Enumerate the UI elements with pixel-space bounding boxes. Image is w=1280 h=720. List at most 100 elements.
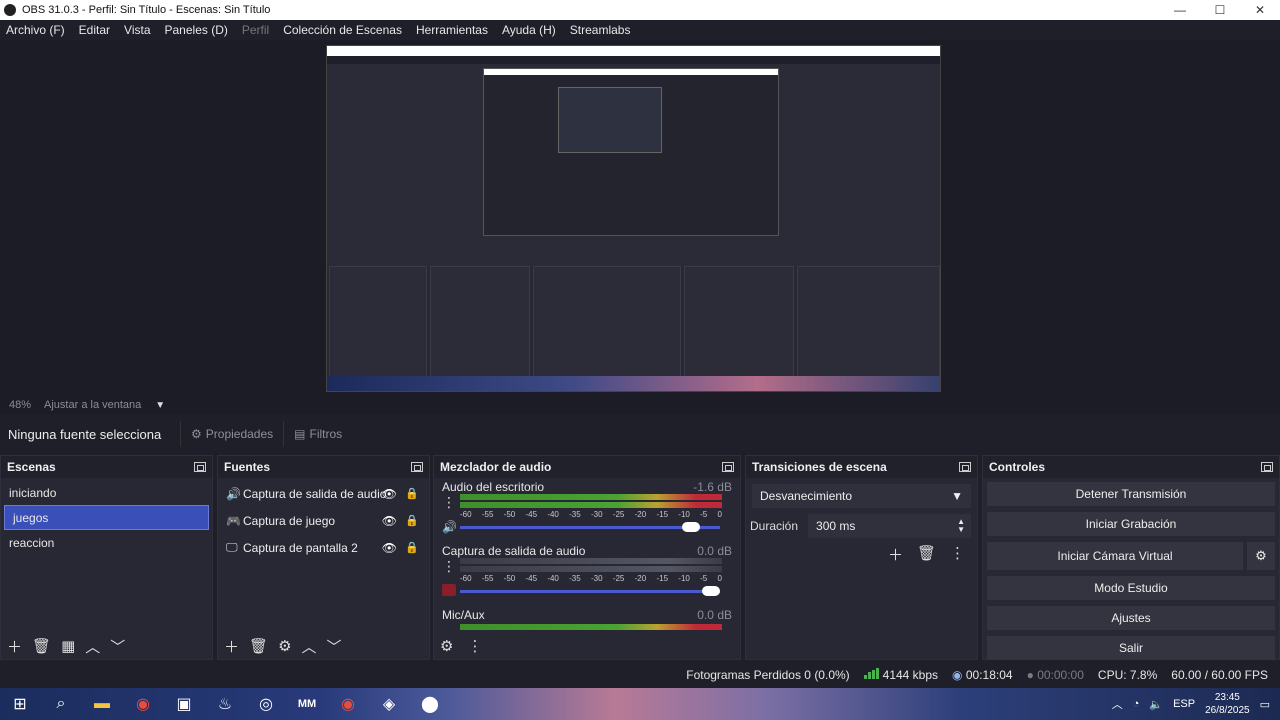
slider-knob[interactable] [702, 586, 720, 596]
scenes-dock: Escenas iniciando juegos reaccion ＋ 🗑 ▦ … [0, 455, 213, 660]
menu-perfil[interactable]: Perfil [236, 23, 277, 37]
app-icon[interactable]: ◎ [252, 690, 280, 718]
source-item-game-capture[interactable]: 🎮 Captura de juego 👁 🔒 [218, 507, 429, 534]
close-button[interactable]: ✕ [1240, 3, 1280, 17]
eye-icon[interactable]: 👁 [382, 541, 397, 555]
channel-db: 0.0 dB [697, 608, 732, 622]
volume-slider[interactable] [460, 522, 720, 532]
obs-taskbar-icon[interactable]: ⬤ [416, 690, 444, 718]
chevron-down-icon[interactable]: ▼ [155, 400, 165, 411]
scenes-header: Escenas [1, 456, 212, 478]
lock-icon[interactable]: 🔒 [405, 514, 419, 527]
language-indicator[interactable]: ESP [1173, 698, 1195, 710]
steam-icon[interactable]: ♨ [211, 690, 239, 718]
start-virtual-camera-button[interactable]: Iniciar Cámara Virtual [987, 542, 1243, 570]
chevron-down-icon: ▼ [951, 489, 963, 503]
kebab-menu-icon[interactable]: ⋮ [442, 558, 456, 575]
properties-button[interactable]: ⚙ Propiedades [180, 421, 283, 447]
program-preview[interactable] [326, 45, 941, 392]
eye-icon[interactable]: 👁 [382, 514, 397, 528]
transition-select[interactable]: Desvanecimiento ▼ [752, 484, 971, 508]
scene-item-reaccion[interactable]: reaccion [1, 530, 212, 555]
gear-icon[interactable]: ⚙ [440, 637, 453, 655]
slider-knob[interactable] [682, 522, 700, 532]
scene-item-juegos[interactable]: juegos [4, 505, 209, 530]
chevron-up-icon[interactable]: ︿ [1112, 696, 1123, 712]
zoom-fit-select[interactable]: Ajustar a la ventana [44, 399, 141, 411]
lock-icon[interactable]: 🔒 [405, 487, 419, 500]
trash-icon[interactable]: 🗑 [32, 637, 51, 655]
folder-icon[interactable]: ▬ [88, 690, 116, 718]
undock-icon[interactable] [959, 462, 971, 472]
menu-editar[interactable]: Editar [73, 23, 118, 37]
menu-coleccion-escenas[interactable]: Colección de Escenas [277, 23, 410, 37]
mixer-dock: Mezclador de audio Audio del escritorio -… [433, 455, 741, 660]
menu-herramientas[interactable]: Herramientas [410, 23, 496, 37]
move-down-icon[interactable]: ﹀ [327, 636, 342, 657]
wifi-icon[interactable]: ◔ [1133, 698, 1140, 710]
kebab-menu-icon[interactable]: ⋮ [442, 494, 456, 511]
kebab-menu-icon[interactable]: ⋮ [950, 544, 965, 565]
lock-icon[interactable]: 🔒 [405, 541, 419, 554]
volume-slider[interactable] [460, 586, 720, 596]
maximize-button[interactable]: ☐ [1200, 3, 1240, 17]
scene-item-iniciando[interactable]: iniciando [1, 480, 212, 505]
minimize-button[interactable]: — [1160, 3, 1200, 17]
source-item-screen-capture[interactable]: 🖵 Captura de pantalla 2 👁 🔒 [218, 534, 429, 561]
menu-ayuda[interactable]: Ayuda (H) [496, 23, 564, 37]
mm-app-icon[interactable]: MM [293, 690, 321, 718]
search-icon[interactable]: ⌕ [47, 690, 75, 718]
trash-icon[interactable]: 🗑 [249, 637, 268, 655]
settings-button[interactable]: Ajustes [987, 606, 1275, 630]
move-up-icon[interactable]: ︿ [302, 636, 317, 657]
gear-icon[interactable]: ⚙ [1247, 542, 1275, 570]
streamlabs-icon[interactable]: ◈ [375, 690, 403, 718]
chrome-icon[interactable]: ◉ [129, 690, 157, 718]
source-item-audio-output[interactable]: 🔊 Captura de salida de audio 👁 🔒 [218, 480, 429, 507]
clock[interactable]: 23:45 26/8/2025 [1205, 691, 1250, 717]
windows-start-icon[interactable]: ⊞ [6, 690, 34, 718]
notification-icon[interactable]: ▭ [1260, 698, 1270, 711]
scenes-title: Escenas [7, 460, 56, 474]
speaker-icon: 🔊 [226, 486, 241, 501]
add-transition-button[interactable]: ＋ [888, 544, 903, 565]
speaker-icon[interactable]: 🔊 [442, 520, 457, 534]
zoom-percent: 48% [9, 399, 32, 411]
preview-nested-menubar [327, 56, 940, 64]
transitions-title: Transiciones de escena [752, 460, 887, 474]
scene-filters-icon[interactable]: ▦ [61, 637, 75, 655]
studio-mode-button[interactable]: Modo Estudio [987, 576, 1275, 600]
duration-input[interactable]: 300 ms ▲ ▼ [808, 514, 971, 538]
menu-vista[interactable]: Vista [118, 23, 158, 37]
menu-paneles[interactable]: Paneles (D) [159, 23, 236, 37]
start-recording-button[interactable]: Iniciar Grabación [987, 512, 1275, 536]
undock-icon[interactable] [722, 462, 734, 472]
preview-area[interactable] [0, 40, 1280, 396]
filters-button[interactable]: ▤ Filtros [283, 421, 352, 447]
move-down-icon[interactable]: ﹀ [110, 636, 125, 657]
kebab-menu-icon[interactable]: ⋮ [467, 637, 482, 655]
spinner-icon[interactable]: ▲ ▼ [957, 518, 965, 534]
undock-icon[interactable] [194, 462, 206, 472]
sources-title: Fuentes [224, 460, 271, 474]
clock-date: 26/8/2025 [1205, 705, 1250, 716]
trash-icon[interactable]: 🗑 [917, 544, 936, 565]
undock-icon[interactable] [411, 462, 423, 472]
gear-icon[interactable]: ⚙ [278, 637, 291, 655]
add-source-button[interactable]: ＋ [224, 636, 239, 657]
cpu-usage: CPU: 7.8% [1097, 668, 1158, 682]
mixer-title: Mezclador de audio [440, 460, 552, 474]
menu-archivo[interactable]: Archivo (F) [0, 23, 73, 37]
volume-icon[interactable]: 🔈 [1149, 698, 1163, 711]
menu-streamlabs[interactable]: Streamlabs [564, 23, 639, 37]
undock-icon[interactable] [1261, 462, 1273, 472]
stop-streaming-button[interactable]: Detener Transmisión [987, 482, 1275, 506]
add-scene-button[interactable]: ＋ [7, 636, 22, 657]
source-label: Captura de juego [243, 513, 336, 528]
eye-icon[interactable]: 👁 [382, 487, 397, 501]
move-up-icon[interactable]: ︿ [85, 636, 100, 657]
chrome-profile-icon[interactable]: ◉ [334, 690, 362, 718]
muted-speaker-icon[interactable] [442, 584, 456, 596]
epic-games-icon[interactable]: ▣ [170, 690, 198, 718]
exit-button[interactable]: Salir [987, 636, 1275, 660]
